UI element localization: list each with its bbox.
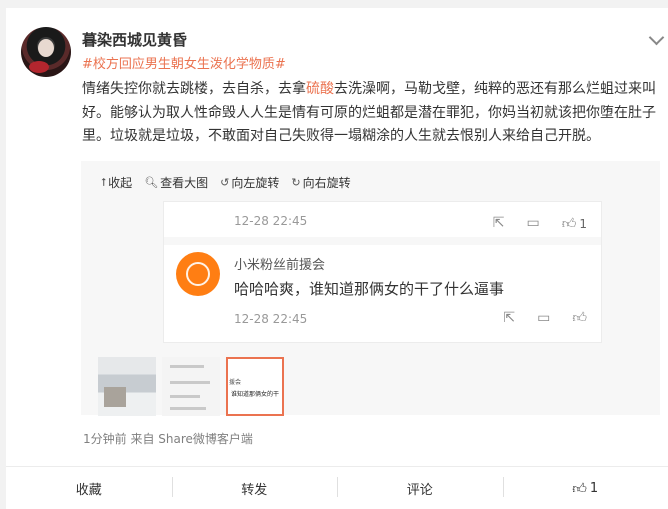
commenter-name: 小米粉丝前援会	[234, 258, 326, 273]
comment-text: 哈哈哈爽，谁知道那俩女的干了什么逼事	[234, 280, 505, 298]
chevron-down-icon[interactable]	[648, 29, 665, 46]
thumbnail-text: 援会	[229, 379, 242, 386]
rotate-right-label: 向右旋转	[302, 176, 351, 190]
topic-link[interactable]: #校方回应男生朝女生泼化学物质#	[82, 53, 286, 72]
image-like-group: 👍︎ 1	[562, 213, 587, 232]
comment-icon: ▭	[537, 310, 551, 326]
thumbs-up-icon: 👍︎	[572, 480, 587, 497]
image-action-icons-bottom: ⇱ ▭ 👍︎	[503, 311, 587, 325]
thumbnail-3-selected[interactable]: 援会 谁知道那俩女的干	[226, 357, 284, 416]
thumb-line	[170, 395, 200, 398]
thumbnail-text: 谁知道那俩女的干	[231, 391, 280, 398]
thumbs-up-icon: 👍︎	[572, 310, 587, 326]
thumb-line	[170, 407, 206, 410]
view-large-button[interactable]: 🔍︎ 查看大图	[144, 174, 208, 191]
username[interactable]: 暮染西城见黄昏	[82, 29, 187, 50]
user-avatar[interactable]	[21, 27, 71, 77]
media-panel: ⭡ 收起 🔍︎ 查看大图 ↺ 向左旋转 ↻ 向右旋转 12-28 22:45 ⇱ ▭ 👍…	[81, 161, 660, 416]
image-like-count: 1	[579, 217, 587, 231]
comment-button[interactable]: 评论	[337, 467, 503, 509]
thumb-line	[170, 381, 210, 384]
action-bar: 收藏 转发 评论 👍︎ 1	[6, 467, 668, 509]
arrow-up-icon: ⭡	[101, 175, 107, 189]
rotate-right-icon: ↻	[291, 176, 301, 189]
like-button[interactable]: 👍︎ 1	[502, 467, 668, 509]
thumbnail-1[interactable]	[98, 357, 156, 416]
comment-label: 评论	[406, 482, 433, 498]
thumbnail-2[interactable]	[162, 357, 220, 416]
avatar-rose	[29, 61, 49, 73]
thumb-line	[170, 365, 204, 368]
expanded-image[interactable]: 12-28 22:45 ⇱ ▭ 👍︎ 1 小米粉丝前援会 哈哈哈爽，谁知道那俩女的…	[163, 201, 602, 343]
share-icon: ⇱	[492, 214, 505, 231]
avatar-face	[38, 39, 54, 57]
post-text-part: 情绪失控你就去跳楼，去自杀，去拿	[82, 81, 306, 97]
post-text: 情绪失控你就去跳楼，去自杀，去拿硫酸去洗澡啊，马勒戈壁，纯粹的恶还有那么烂蛆过来…	[82, 78, 657, 149]
image-action-icons-top: ⇱ ▭ 👍︎ 1	[493, 213, 587, 232]
favorite-label: 收藏	[75, 482, 102, 498]
thumbnail-strip: 援会 谁知道那俩女的干	[98, 357, 284, 416]
media-toolbar: ⭡ 收起 🔍︎ 查看大图 ↺ 向左旋转 ↻ 向右旋转	[101, 174, 363, 191]
rotate-right-button[interactable]: ↻ 向右旋转	[291, 174, 350, 191]
collapse-label: 收起	[108, 176, 133, 190]
commenter-avatar-ring	[186, 262, 210, 286]
image-timestamp-bottom: 12-28 22:45	[234, 312, 308, 326]
rotate-left-icon: ↺	[220, 176, 230, 189]
collapse-button[interactable]: ⭡ 收起	[101, 174, 132, 191]
repost-label: 转发	[241, 482, 268, 498]
share-icon: ⇱	[503, 310, 516, 326]
favorite-button[interactable]: 收藏	[6, 467, 172, 509]
commenter-avatar	[176, 252, 220, 296]
repost-button[interactable]: 转发	[171, 467, 338, 509]
comment-icon: ▭	[526, 214, 540, 231]
highlight-keyword-link[interactable]: 硫酸	[306, 81, 334, 97]
like-count: 1	[589, 480, 599, 496]
post-meta: 1分钟前 来自 Share微博客户端	[83, 432, 253, 446]
view-large-label: 查看大图	[160, 176, 209, 190]
image-divider	[164, 237, 601, 245]
magnifier-icon: 🔍︎	[144, 176, 159, 189]
image-timestamp-top: 12-28 22:45	[234, 214, 308, 228]
thumbs-up-icon: 👍︎	[561, 216, 577, 232]
rotate-left-button[interactable]: ↺ 向左旋转	[220, 174, 279, 191]
rotate-left-label: 向左旋转	[231, 176, 280, 190]
weibo-post-card: 暮染西城见黄昏 #校方回应男生朝女生泼化学物质# 情绪失控你就去跳楼，去自杀，去…	[6, 8, 668, 509]
